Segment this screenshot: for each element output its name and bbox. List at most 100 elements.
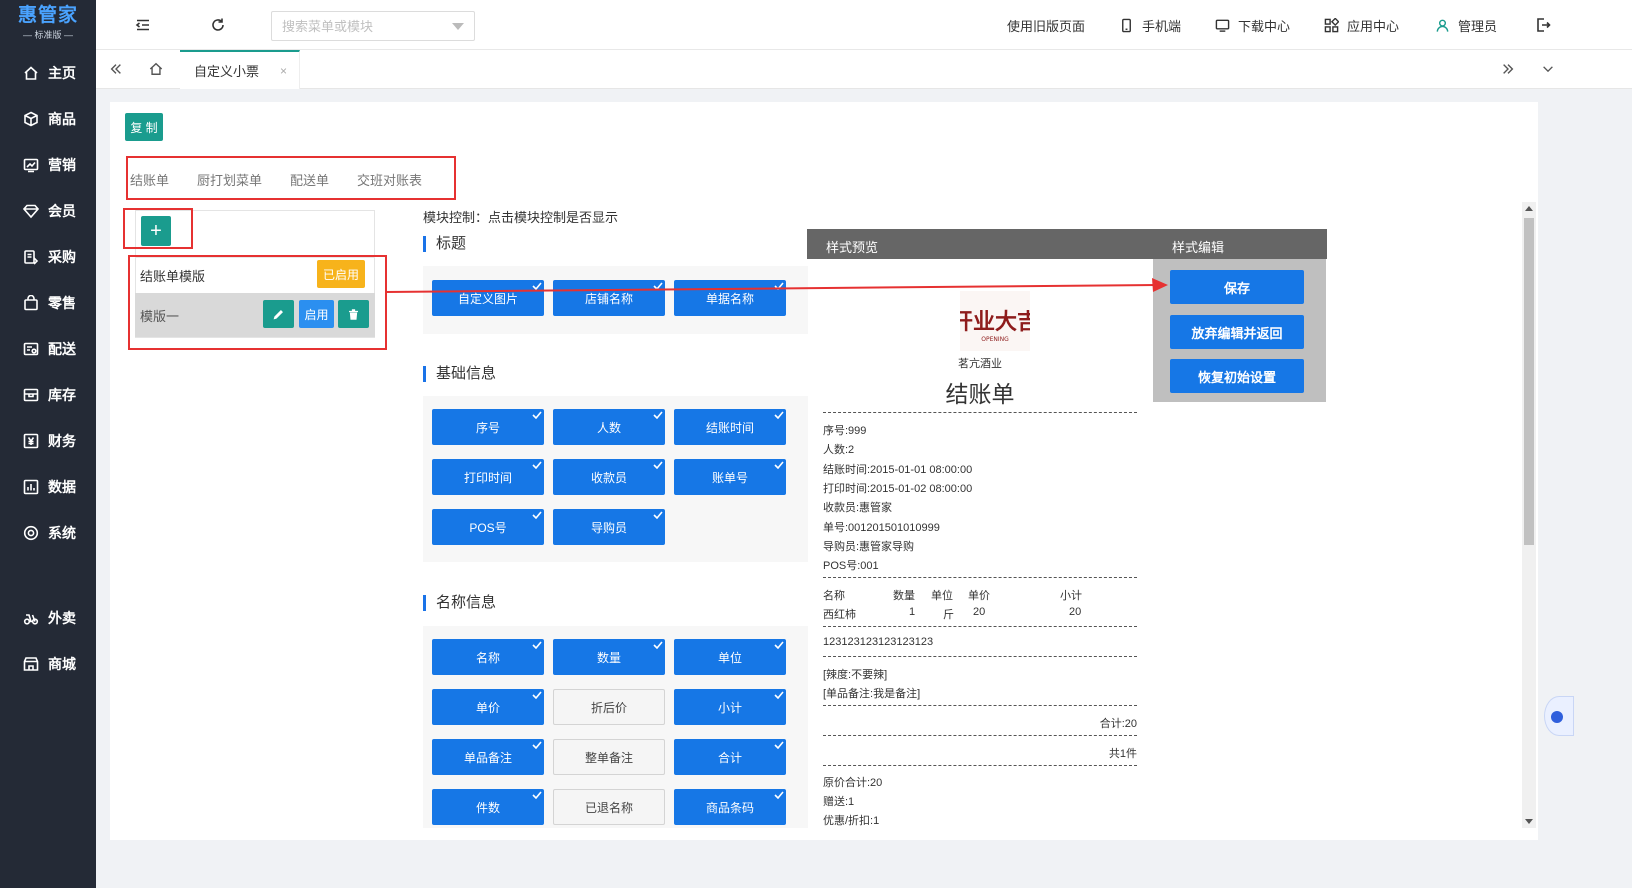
app-logo[interactable]: 惠管家 — 标准版 — xyxy=(0,0,96,46)
col-header-price: 单价 xyxy=(968,590,990,602)
module-toggle-names-10[interactable]: 已退名称 xyxy=(553,789,665,825)
module-toggle-basic-7[interactable]: 导购员 xyxy=(553,509,665,545)
module-toggle-label: 名称 xyxy=(475,650,500,665)
checkmark-icon xyxy=(772,639,786,651)
module-control-hint: 模块控制：点击模块控制是否显示 xyxy=(423,210,619,225)
sidebar-item-products[interactable]: 商品 xyxy=(0,101,96,137)
module-toggle-names-9[interactable]: 件数 xyxy=(432,789,544,825)
scrollbar-thumb[interactable] xyxy=(1524,218,1534,545)
copy-button[interactable]: 复 制 xyxy=(125,113,163,141)
module-toggle-basic-2[interactable]: 结账时间 xyxy=(674,409,786,445)
module-toggle-names-2[interactable]: 单位 xyxy=(674,639,786,675)
module-toggle-title-0[interactable]: 自定义图片 xyxy=(432,280,544,316)
tab-checkout-receipt[interactable]: 结账单 xyxy=(130,170,169,189)
tabs-scroll-right-button[interactable] xyxy=(1488,50,1528,88)
template-row-one[interactable]: 模版一 启用 xyxy=(135,293,375,337)
tab-kitchen-order[interactable]: 厨打划菜单 xyxy=(197,170,262,189)
item-name: 西红柿 xyxy=(823,609,856,621)
module-toggle-names-1[interactable]: 数量 xyxy=(553,639,665,675)
module-toggle-basic-3[interactable]: 打印时间 xyxy=(432,459,544,495)
add-template-button[interactable]: + xyxy=(141,216,171,246)
edit-template-button[interactable] xyxy=(263,300,294,328)
section-names-heading: 名称信息 xyxy=(423,595,496,611)
sidebar-item-marketing[interactable]: 营销 xyxy=(0,147,96,183)
chevron-down-icon[interactable] xyxy=(452,22,464,30)
page-tabs-bar: 自定义小票 × xyxy=(96,50,1632,89)
sidebar-item-retail[interactable]: 零售 xyxy=(0,285,96,321)
template-row-default[interactable]: 结账单模版 已启用 xyxy=(135,257,375,293)
checkmark-icon xyxy=(530,739,544,751)
tab-shift-report[interactable]: 交班对账表 xyxy=(357,170,422,189)
svg-text:开业大吉: 开业大吉 xyxy=(960,309,1030,335)
app-center-link[interactable]: 应用中心 xyxy=(1324,0,1399,50)
checkmark-icon xyxy=(530,689,544,701)
receipt-original-total: 原价合计:20 xyxy=(823,777,883,789)
tab-custom-receipt[interactable]: 自定义小票 × xyxy=(180,50,300,89)
sidebar-item-mall[interactable]: 商城 xyxy=(0,646,96,682)
sidebar-item-label: 商城 xyxy=(48,656,76,672)
sidebar-item-distribution[interactable]: 配送 xyxy=(0,331,96,367)
save-button[interactable]: 保存 xyxy=(1170,270,1304,304)
tabs-scroll-left-button[interactable] xyxy=(96,50,136,88)
item-barcode: 123123123123123123 xyxy=(823,636,934,648)
home-tab-button[interactable] xyxy=(136,50,176,88)
module-toggle-label: 已退名称 xyxy=(584,800,633,815)
checkmark-icon xyxy=(772,739,786,751)
close-icon[interactable]: × xyxy=(280,64,287,78)
sidebar-item-finance[interactable]: 财务 xyxy=(0,423,96,459)
user-menu[interactable]: 管理员 xyxy=(1435,0,1497,50)
col-header-qty: 数量 xyxy=(893,590,915,602)
apps-grid-icon xyxy=(1324,17,1339,32)
module-toggle-basic-5[interactable]: 账单号 xyxy=(674,459,786,495)
sidebar-item-members[interactable]: 会员 xyxy=(0,193,96,229)
delete-template-button[interactable] xyxy=(338,300,369,328)
refresh-button[interactable] xyxy=(208,15,228,35)
module-toggle-names-5[interactable]: 小计 xyxy=(674,689,786,725)
mobile-link[interactable]: 手机端 xyxy=(1119,0,1181,50)
module-toggle-basic-1[interactable]: 人数 xyxy=(553,409,665,445)
sidebar-item-takeout[interactable]: 外卖 xyxy=(0,600,96,636)
module-toggle-label: 自定义图片 xyxy=(457,291,518,306)
content-scrollbar[interactable] xyxy=(1522,202,1536,828)
module-toggle-names-6[interactable]: 单品备注 xyxy=(432,739,544,775)
module-toggle-names-11[interactable]: 商品条码 xyxy=(674,789,786,825)
module-toggle-names-3[interactable]: 单价 xyxy=(432,689,544,725)
enable-template-button[interactable]: 启用 xyxy=(299,300,334,328)
checkmark-icon xyxy=(651,409,665,421)
template-name: 模版一 xyxy=(140,308,180,324)
tabs-more-button[interactable] xyxy=(1528,50,1568,88)
menu-search-select[interactable] xyxy=(271,11,475,41)
module-toggle-basic-4[interactable]: 收款员 xyxy=(553,459,665,495)
module-toggle-basic-6[interactable]: POS号 xyxy=(432,509,544,545)
download-center-link[interactable]: 下载中心 xyxy=(1215,0,1290,50)
logout-button[interactable] xyxy=(1533,15,1553,35)
tab-delivery-note[interactable]: 配送单 xyxy=(290,170,329,189)
module-toggle-label: 单据名称 xyxy=(705,291,754,306)
module-toggle-title-1[interactable]: 店铺名称 xyxy=(553,280,665,316)
module-toggle-names-8[interactable]: 合计 xyxy=(674,739,786,775)
sidebar-item-inventory[interactable]: 库存 xyxy=(0,377,96,413)
module-toggle-names-7[interactable]: 整单备注 xyxy=(553,739,665,775)
sidebar-item-purchase[interactable]: 采购 xyxy=(0,239,96,275)
module-toggle-basic-0[interactable]: 序号 xyxy=(432,409,544,445)
scroll-up-arrow[interactable] xyxy=(1525,206,1533,211)
module-toggle-title-2[interactable]: 单据名称 xyxy=(674,280,786,316)
divider xyxy=(823,735,1137,736)
scroll-down-arrow[interactable] xyxy=(1525,819,1533,824)
floating-assistant-button[interactable] xyxy=(1544,696,1574,736)
double-chevron-right-icon xyxy=(1503,64,1514,74)
sidebar-item-system[interactable]: 系统 xyxy=(0,515,96,551)
module-toggle-names-0[interactable]: 名称 xyxy=(432,639,544,675)
sidebar-item-home[interactable]: 主页 xyxy=(0,55,96,91)
menu-search-input[interactable] xyxy=(282,18,442,34)
old-version-link[interactable]: 使用旧版页面 xyxy=(1007,0,1085,50)
delivery-icon xyxy=(22,609,40,627)
menu-toggle-button[interactable] xyxy=(133,15,153,35)
module-toggle-names-4[interactable]: 折后价 xyxy=(553,689,665,725)
discard-and-return-button[interactable]: 放弃编辑并返回 xyxy=(1170,315,1304,349)
section-basic-heading: 基础信息 xyxy=(423,366,496,382)
sidebar-item-data[interactable]: 数据 xyxy=(0,469,96,505)
logout-icon xyxy=(1537,18,1551,32)
module-toggle-label: 单品备注 xyxy=(463,750,512,765)
restore-defaults-button[interactable]: 恢复初始设置 xyxy=(1170,359,1304,393)
